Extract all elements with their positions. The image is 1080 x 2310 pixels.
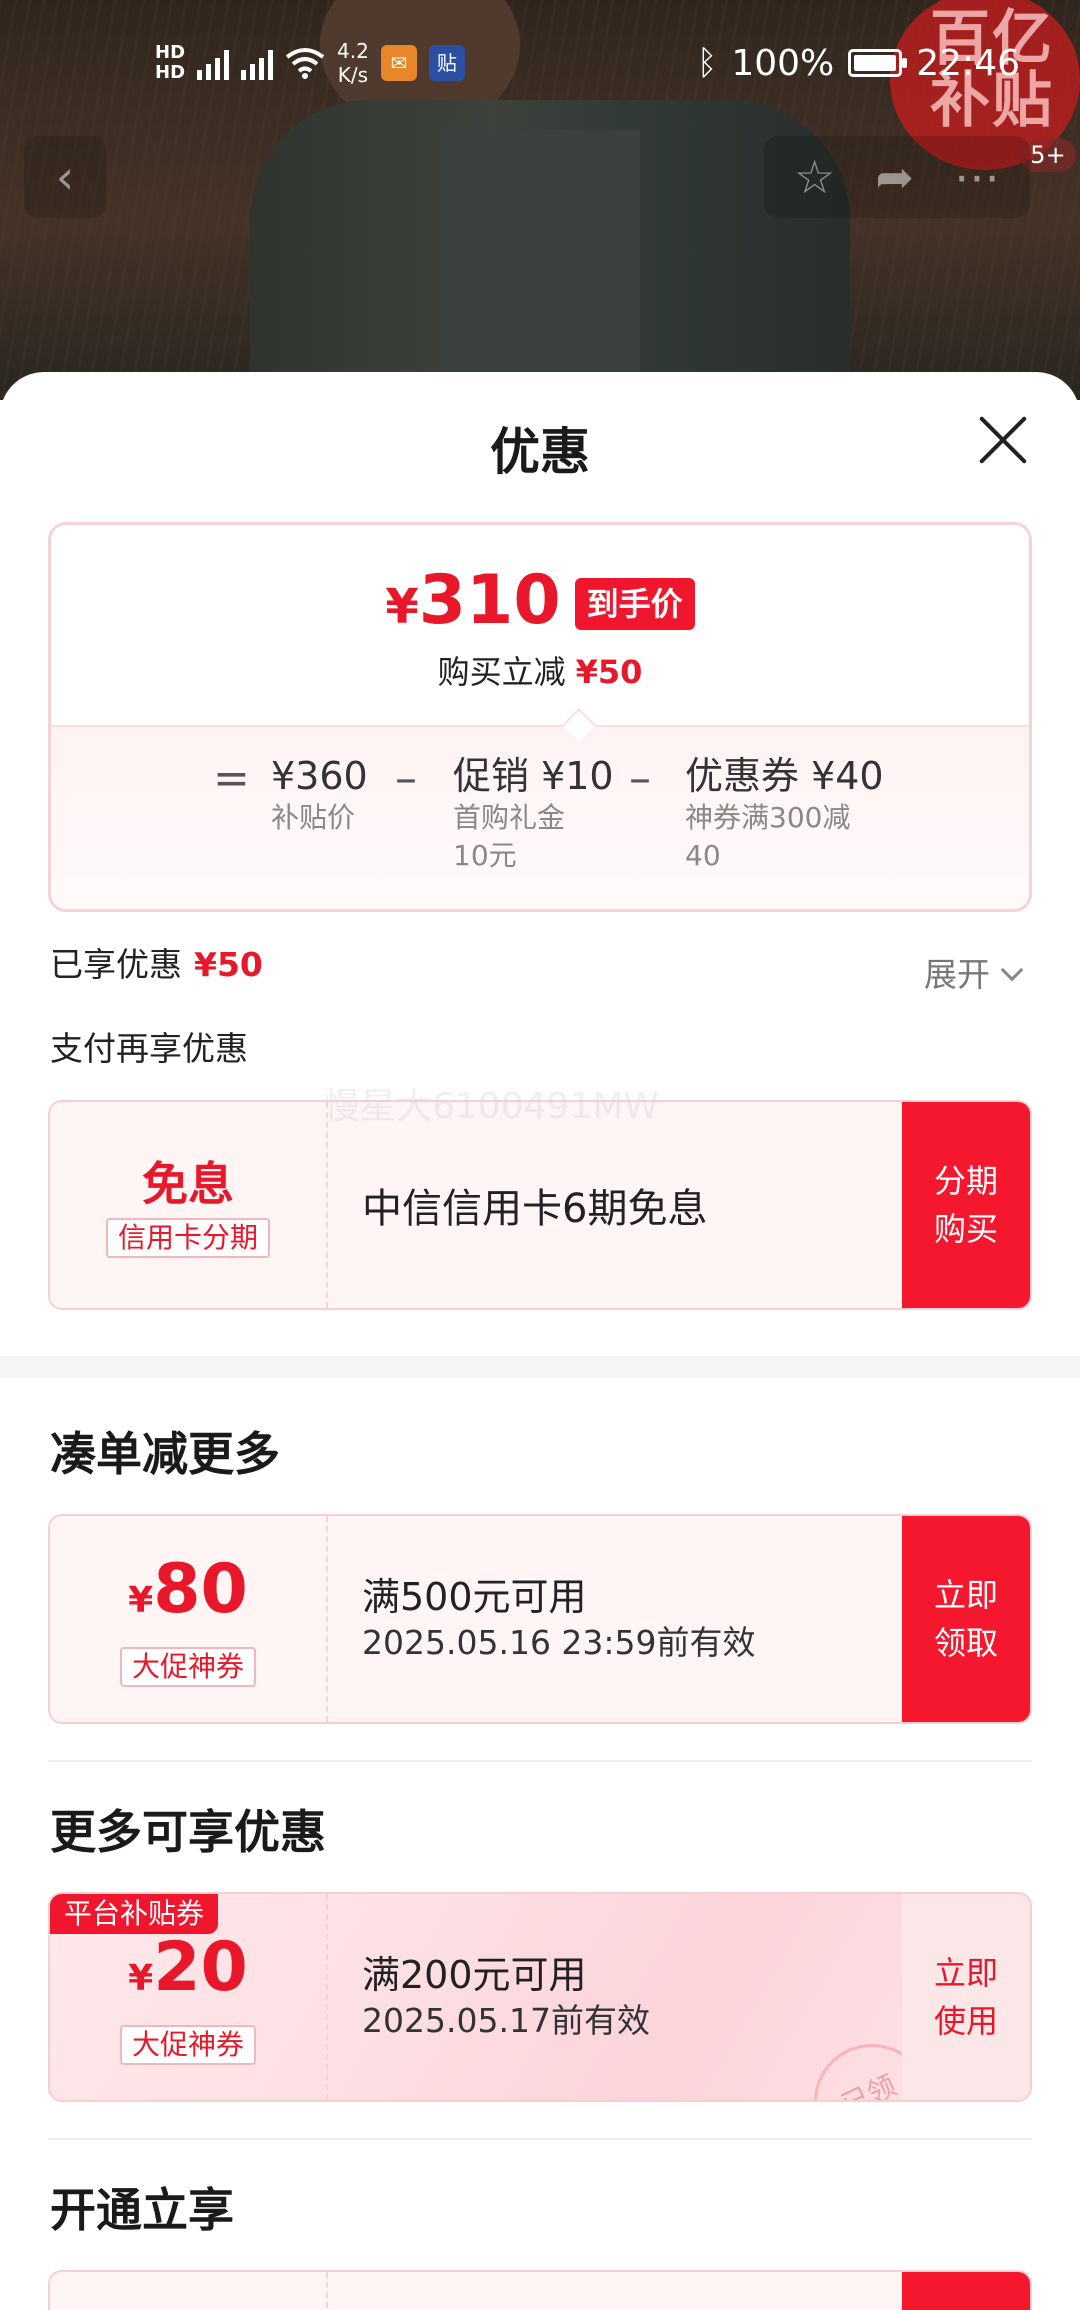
bundle-coupon-card[interactable]: ¥80 大促神券 满500元可用 2025.05.16 23:59前有效 立即领… bbox=[48, 1514, 1032, 1724]
coupon-condition: 满500元可用 bbox=[362, 1575, 587, 1619]
coupon-amount: ¥80 bbox=[128, 1550, 248, 1629]
coupon-divider bbox=[326, 1894, 328, 2100]
watermark: 慢星大6100491MW bbox=[324, 1086, 659, 1127]
chevron-left-icon: ‹ bbox=[55, 150, 75, 204]
close-icon[interactable] bbox=[975, 412, 1031, 468]
platform-subsidy-tag: 平台补贴券 bbox=[50, 1894, 219, 1934]
more-offers-title: 更多可享优惠 bbox=[50, 1805, 326, 1859]
coupon-divider bbox=[326, 1102, 328, 1308]
enjoyed-discount: 已享优惠 ¥50 bbox=[50, 945, 263, 984]
coupon-type-tag: 大促神券 bbox=[119, 1647, 256, 1687]
wifi-icon bbox=[285, 48, 325, 79]
installment-tag: 信用卡分期 bbox=[105, 1218, 270, 1258]
battery-icon bbox=[848, 49, 908, 77]
coupon-condition: 满200元可用 bbox=[362, 1953, 587, 1997]
installment-left: 免息 信用卡分期 bbox=[50, 1102, 326, 1308]
status-bar: HD HD 4.2 K/s ✉ 贴 ᛒ 100% 22:46 bbox=[0, 28, 1080, 98]
minus-sign: – bbox=[629, 753, 651, 804]
installment-desc: 中信信用卡6期免息 bbox=[362, 1186, 708, 1232]
share-icon[interactable]: ➦ bbox=[875, 150, 914, 204]
promo-discount: 促销 ¥10 首购礼金 10元 bbox=[453, 754, 614, 872]
minus-sign: – bbox=[395, 753, 417, 804]
platform-coupon-card[interactable]: ¥20 大促神券 平台补贴券 满200元可用 2025.05.17前有效 已领 … bbox=[48, 1892, 1032, 2102]
installment-buy-button[interactable]: 分期购买 bbox=[902, 1102, 1030, 1308]
chevron-down-icon bbox=[1000, 958, 1024, 982]
discount-sheet: 优惠 ¥310 到手价 购买立减¥50 = ¥360 补贴价 – 促销 ¥10 bbox=[0, 372, 1080, 2310]
coupon-discount: 优惠券 ¥40 神券满300减 40 bbox=[685, 754, 884, 872]
network-speed: 4.2 K/s bbox=[337, 39, 369, 87]
bundle-section-title: 凑单减更多 bbox=[50, 1427, 280, 1481]
battery-percent: 100% bbox=[731, 42, 835, 84]
signal-icon-2 bbox=[241, 46, 274, 80]
hd-indicator: HD HD bbox=[155, 42, 186, 83]
price-breakdown-card: ¥310 到手价 购买立减 ¥50 = ¥360 补贴价 – 促销 ¥10 首购礼… bbox=[48, 522, 1032, 912]
use-coupon-button[interactable]: 立即使用 bbox=[902, 1894, 1030, 2100]
price-formula: = ¥360 补贴价 – 促销 ¥10 首购礼金 10元 – 优惠券 ¥40 神… bbox=[51, 725, 1029, 909]
divider bbox=[48, 1760, 1032, 1762]
top-action-bar: ☆ ➦ ⋯ bbox=[764, 136, 1030, 218]
coupon-amount: ¥20 bbox=[128, 1928, 248, 2007]
base-price: ¥360 补贴价 bbox=[271, 754, 368, 834]
final-price-tag: 到手价 bbox=[574, 578, 695, 630]
claim-coupon-button[interactable]: 立即领取 bbox=[902, 1516, 1030, 1722]
notification-app-icon: ✉ bbox=[380, 45, 417, 81]
equals-sign: = bbox=[213, 753, 250, 804]
coupon-validity: 2025.05.16 23:59前有效 bbox=[362, 1623, 756, 1662]
membership-cta-button[interactable] bbox=[902, 2272, 1030, 2310]
coupon-validity: 2025.05.17前有效 bbox=[362, 2001, 650, 2040]
expand-button[interactable]: 展开 bbox=[924, 948, 1024, 996]
membership-offer-card[interactable] bbox=[48, 2270, 1032, 2310]
sheet-title: 优惠 bbox=[490, 423, 590, 481]
coupon-divider bbox=[326, 2272, 328, 2310]
coupon-type-tag: 大促神券 bbox=[119, 2025, 256, 2065]
divider bbox=[48, 2138, 1032, 2140]
installment-title: 免息 bbox=[142, 1157, 234, 1211]
favorite-star-icon[interactable]: ☆ bbox=[794, 150, 835, 204]
payment-offers-label: 支付再享优惠 bbox=[50, 1029, 248, 1068]
bluetooth-icon: ᛒ bbox=[696, 43, 718, 83]
notification-tie-icon: 贴 bbox=[428, 45, 465, 81]
installment-offer-card[interactable]: 免息 信用卡分期 中信信用卡6期免息 分期购买 bbox=[48, 1100, 1032, 1310]
open-to-enjoy-title: 开通立享 bbox=[50, 2183, 234, 2237]
back-button[interactable]: ‹ bbox=[24, 136, 106, 218]
coupon-divider bbox=[326, 1516, 328, 1722]
signal-icon-1 bbox=[197, 46, 230, 80]
instant-discount: 购买立减 ¥50 bbox=[437, 653, 643, 691]
clock: 22:46 bbox=[916, 42, 1020, 84]
section-gap bbox=[0, 1356, 1080, 1378]
final-price: ¥310 bbox=[385, 561, 561, 640]
more-icon[interactable]: ⋯ bbox=[954, 150, 1000, 204]
